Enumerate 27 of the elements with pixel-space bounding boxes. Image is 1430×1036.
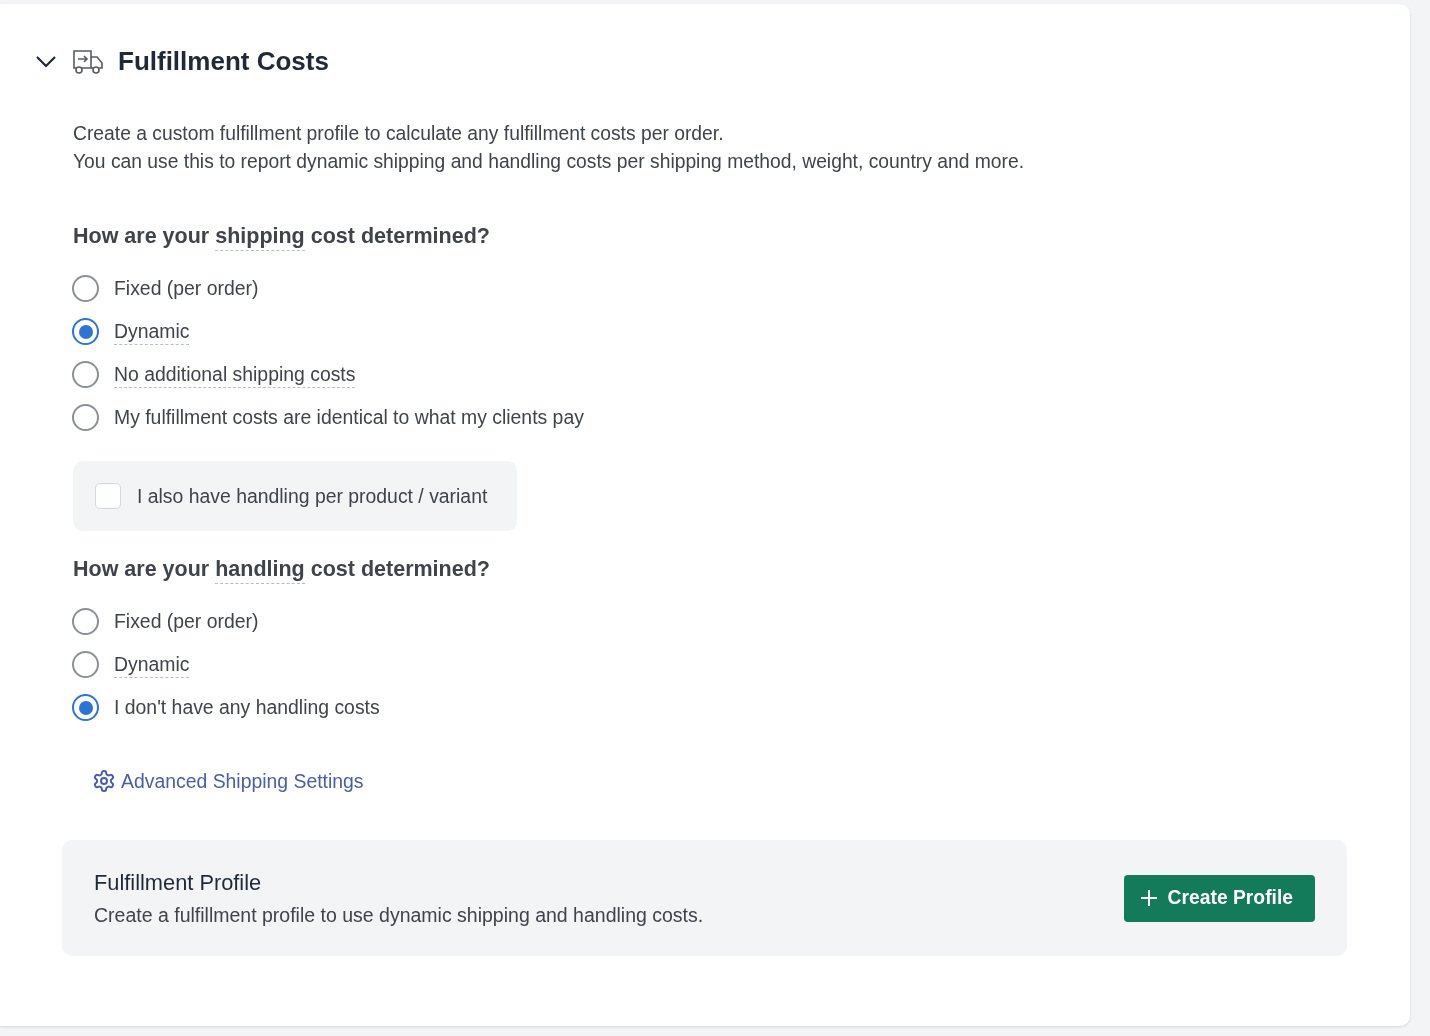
- checkbox-label: I also have handling per product / variant: [137, 484, 488, 508]
- description-text: Create a custom fulfillment profile to calculate any fulfillment costs per order.: [73, 122, 725, 146]
- option-label: I don't have any handling costs: [114, 696, 380, 719]
- description-text: You can use this to report dynamic shipping and handling costs per shipping method, weight, country and more.: [73, 150, 1026, 174]
- option-label: No additional shipping costs: [114, 363, 356, 386]
- option-label: Fixed (per order): [114, 277, 259, 300]
- radio-button[interactable]: [72, 404, 99, 431]
- radio-button[interactable]: [72, 318, 99, 345]
- option-label: Dynamic: [114, 653, 190, 676]
- settings-icon: [92, 769, 116, 793]
- radio-button[interactable]: [72, 694, 99, 721]
- question-heading: How are your shipping cost determined?: [73, 224, 1410, 249]
- radio-button[interactable]: [72, 361, 99, 388]
- section-title: Fulfillment Costs: [118, 46, 329, 77]
- panel-title: Fulfillment Profile: [94, 869, 263, 896]
- option-label: My fulfillment costs are identical to what my clients pay: [114, 406, 584, 429]
- radio-button[interactable]: [72, 608, 99, 635]
- panel-description: Create a fulfillment profile to use dynamic shipping and handling costs.: [94, 903, 704, 927]
- option-label: Fixed (per order): [114, 610, 259, 633]
- radio-button[interactable]: [72, 275, 99, 302]
- checkbox[interactable]: [95, 483, 121, 509]
- truck-icon: [72, 47, 104, 76]
- option-label: Dynamic: [114, 320, 190, 343]
- plus-icon: [1139, 889, 1158, 907]
- question-heading: How are your handling cost determined?: [73, 557, 1410, 582]
- radio-button[interactable]: [72, 651, 99, 678]
- create-profile-button[interactable]: Create Profile: [1123, 874, 1315, 922]
